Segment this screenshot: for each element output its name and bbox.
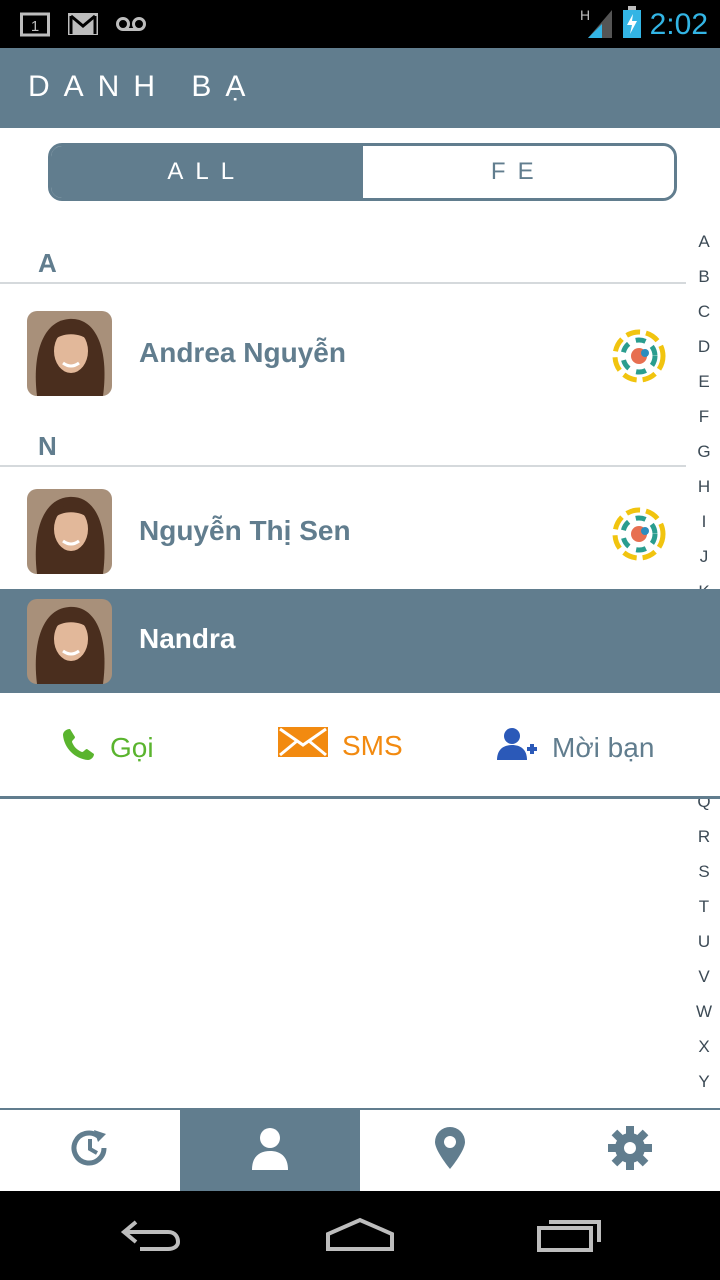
alphabet-index-letter[interactable]: H — [688, 477, 720, 497]
invite-friend-button[interactable]: Mời bạn — [496, 727, 654, 768]
avatar — [27, 599, 112, 684]
alphabet-index-letter[interactable]: G — [688, 442, 720, 462]
location-pin-icon — [433, 1126, 467, 1175]
avatar — [27, 489, 112, 574]
clock: 2:02 — [649, 7, 708, 41]
contact-row-nandra-selected[interactable]: Nandra — [0, 589, 720, 693]
contacts-icon — [250, 1126, 290, 1175]
contact-name: Nandra — [139, 623, 236, 654]
back-icon — [118, 1216, 182, 1257]
alphabet-index-letter[interactable]: I — [688, 512, 720, 532]
alphabet-index-letter[interactable]: B — [688, 267, 720, 287]
tab-settings[interactable] — [540, 1110, 720, 1191]
home-button[interactable] — [320, 1211, 400, 1261]
history-icon — [70, 1128, 110, 1173]
tab-location[interactable] — [360, 1110, 540, 1191]
phone-icon — [62, 727, 96, 768]
contact-name: Nguyễn Thị Sen — [139, 515, 351, 546]
filter-segmented-control: ALL FE — [48, 143, 677, 201]
recent-apps-icon — [535, 1214, 605, 1259]
alphabet-index-letter[interactable]: Y — [688, 1072, 720, 1092]
voicemail-icon — [114, 10, 148, 38]
app-member-icon — [612, 329, 666, 383]
calendar-notification-icon: 1 — [18, 10, 52, 38]
alphabet-index-letter[interactable]: C — [688, 302, 720, 322]
notification-icons: 1 — [18, 10, 148, 38]
tab-history[interactable] — [0, 1110, 180, 1191]
system-navigation-bar — [0, 1191, 720, 1280]
app-header: DANH BẠ — [0, 48, 720, 128]
back-button[interactable] — [110, 1211, 190, 1261]
page-title: DANH BẠ — [28, 70, 260, 103]
sms-label: SMS — [342, 729, 403, 761]
battery-charging-icon — [622, 6, 642, 43]
call-button[interactable]: Gọi — [62, 727, 154, 768]
network-type-text: H — [580, 7, 590, 23]
add-person-icon — [496, 727, 538, 768]
section-header-n: N — [38, 431, 57, 461]
alphabet-index-letter[interactable]: F — [688, 407, 720, 427]
alphabet-index-letter[interactable]: W — [688, 1002, 720, 1022]
system-status: H 2:02 — [580, 6, 708, 43]
status-bar: 1 H 2:02 — [0, 0, 720, 48]
alphabet-index-letter[interactable]: X — [688, 1037, 720, 1057]
contact-row-nguyen-thi-sen[interactable]: Nguyễn Thị Sen — [0, 481, 686, 581]
alphabet-index-letter[interactable]: T — [688, 897, 720, 917]
recent-apps-button[interactable] — [530, 1211, 610, 1261]
avatar — [27, 311, 112, 396]
alphabet-index-letter[interactable]: U — [688, 932, 720, 952]
gmail-icon — [66, 10, 100, 38]
contact-name: Andrea Nguyễn — [139, 337, 346, 368]
tab-contacts[interactable] — [180, 1110, 360, 1191]
alphabet-index-letter[interactable]: E — [688, 372, 720, 392]
contact-action-bar: Gọi SMS Mời bạn — [0, 693, 720, 799]
app-member-icon — [612, 507, 666, 561]
sms-button[interactable]: SMS — [278, 727, 403, 764]
invite-label: Mời bạn — [552, 731, 655, 763]
alphabet-index-letter[interactable]: J — [688, 547, 720, 567]
home-icon — [324, 1216, 396, 1257]
alphabet-index-letter[interactable]: V — [688, 967, 720, 987]
section-divider — [0, 465, 686, 467]
alphabet-index-letter[interactable]: S — [688, 862, 720, 882]
section-header-a: A — [38, 248, 57, 278]
envelope-icon — [278, 727, 328, 764]
alphabet-index-letter[interactable]: D — [688, 337, 720, 357]
contact-row-andrea[interactable]: Andrea Nguyễn — [0, 303, 686, 403]
bottom-tab-bar — [0, 1108, 720, 1191]
segment-all[interactable]: ALL — [51, 146, 363, 198]
segment-fe[interactable]: FE — [362, 146, 674, 198]
signal-icon: H — [580, 6, 614, 43]
call-label: Gọi — [110, 731, 154, 763]
alphabet-index-letter[interactable]: R — [688, 827, 720, 847]
notification-badge-text: 1 — [31, 18, 39, 35]
section-divider — [0, 282, 686, 284]
alphabet-index-letter[interactable]: A — [688, 232, 720, 252]
settings-gear-icon — [607, 1125, 653, 1176]
